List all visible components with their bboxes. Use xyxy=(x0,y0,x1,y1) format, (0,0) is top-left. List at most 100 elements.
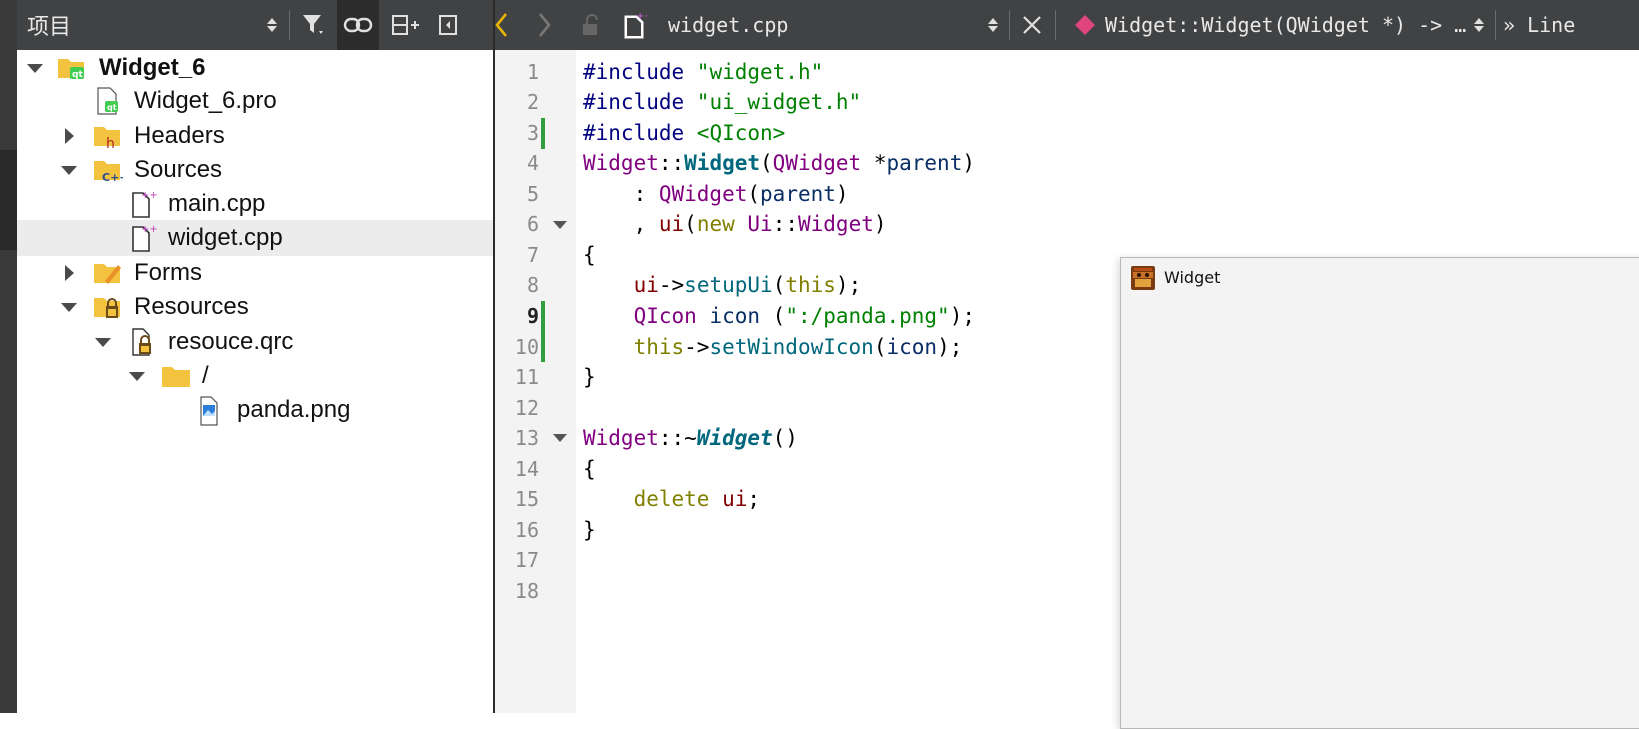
tree-item-headers[interactable]: h Headers xyxy=(17,118,493,154)
expand-arrow-icon[interactable] xyxy=(61,164,77,176)
widget-app-window[interactable]: Widget xyxy=(1120,257,1639,729)
tree-item-label: Widget_6 xyxy=(99,54,206,81)
tree-item-pro-file[interactable]: qt Widget_6.pro xyxy=(17,83,493,119)
line-number: 2 xyxy=(526,90,539,114)
tree-item-prefix[interactable]: / xyxy=(17,358,493,394)
fold-marker-icon[interactable] xyxy=(553,434,567,442)
split-add-icon[interactable] xyxy=(389,0,423,50)
code-line: #include "ui_widget.h" xyxy=(583,90,862,114)
line-number: 18 xyxy=(514,579,539,603)
forms-folder-icon xyxy=(93,259,123,287)
tree-item-label: Resources xyxy=(134,293,249,320)
mode-marker xyxy=(0,150,17,250)
cpp-file-icon: ++ xyxy=(129,190,159,218)
tree-item-resouce-qrc[interactable]: resouce.qrc xyxy=(17,324,493,360)
tree-item-label: resouce.qrc xyxy=(168,328,294,355)
symbol-selector[interactable]: Widget::Widget(QWidget *) -> … xyxy=(1105,0,1466,50)
cpp-file-icon: ++ xyxy=(619,0,649,50)
sync-link-icon[interactable] xyxy=(337,0,379,50)
svg-text:++: ++ xyxy=(141,190,158,201)
code-line: { xyxy=(583,243,596,267)
left-mode-strip xyxy=(0,0,17,713)
resources-folder-icon xyxy=(93,293,123,321)
line-number: 14 xyxy=(514,457,539,481)
expand-arrow-icon[interactable] xyxy=(95,336,111,348)
symbol-icon xyxy=(1071,0,1099,50)
project-panel-title: 项目 xyxy=(27,14,72,39)
widget-window-title: Widget xyxy=(1164,268,1221,287)
tree-item-label: Forms xyxy=(134,259,202,286)
qrc-file-icon xyxy=(129,328,159,356)
tree-item-label: Headers xyxy=(134,122,225,149)
code-line: Widget::~Widget() xyxy=(583,426,798,450)
tree-item-main-cpp[interactable]: ++ main.cpp xyxy=(17,186,493,222)
svg-text:++: ++ xyxy=(141,224,158,235)
line-number: 5 xyxy=(526,182,539,206)
tree-item-panda-png[interactable]: panda.png xyxy=(17,392,493,428)
tree-item-widget-cpp[interactable]: ++ widget.cpp xyxy=(17,220,493,256)
code-line: ui->setupUi(this); xyxy=(633,273,862,297)
cpp-file-icon: ++ xyxy=(129,224,159,252)
file-selector[interactable]: widget.cpp xyxy=(668,0,788,50)
line-number: 1 xyxy=(526,60,539,84)
qt-pro-file-icon: qt xyxy=(93,87,123,115)
svg-text:++: ++ xyxy=(636,11,647,22)
code-line: , ui(new Ui::Widget) xyxy=(583,212,887,236)
project-toolbar: 项目 xyxy=(17,0,493,50)
line-number: 3 xyxy=(526,121,539,145)
svg-text:h: h xyxy=(106,136,115,150)
forward-arrow-icon[interactable] xyxy=(529,0,559,50)
line-number: 12 xyxy=(514,396,539,420)
code-line: QIcon icon (":/panda.png"); xyxy=(633,304,975,328)
symbol-selector-updown-icon[interactable] xyxy=(1469,0,1489,50)
svg-text:C++: C++ xyxy=(102,171,123,184)
expand-arrow-icon[interactable] xyxy=(27,62,43,74)
back-arrow-icon[interactable] xyxy=(487,0,517,50)
close-sidebar-icon[interactable] xyxy=(433,0,463,50)
tree-item-label: Sources xyxy=(134,156,223,183)
change-marker xyxy=(541,118,545,149)
panda-window-icon xyxy=(1131,266,1155,290)
code-line: Widget::Widget(QWidget *parent) xyxy=(583,151,975,175)
tree-item-forms[interactable]: Forms xyxy=(17,255,493,291)
expand-arrow-icon[interactable] xyxy=(61,301,77,313)
tree-item-label: / xyxy=(202,362,209,389)
collapse-arrow-icon[interactable] xyxy=(61,128,77,144)
close-file-icon[interactable] xyxy=(1017,0,1047,50)
line-number: 8 xyxy=(526,273,539,297)
tree-item-label: panda.png xyxy=(237,396,351,423)
svg-text:qt: qt xyxy=(107,103,117,112)
tree-item-project[interactable]: qt Widget_6 xyxy=(17,50,493,86)
line-column-indicator[interactable]: » Line xyxy=(1503,0,1575,50)
line-number: 16 xyxy=(514,518,539,542)
qt-project-folder-icon: qt xyxy=(57,54,87,82)
tree-item-sources[interactable]: C++ Sources xyxy=(17,152,493,188)
collapse-arrow-icon[interactable] xyxy=(61,265,77,281)
file-selector-updown-icon[interactable] xyxy=(983,0,1003,50)
filter-icon[interactable] xyxy=(297,0,331,50)
editor-toolbar: ++ widget.cpp Widget::Widget(QWidget *) … xyxy=(495,0,1639,50)
code-line: } xyxy=(583,365,596,389)
line-number: 7 xyxy=(526,243,539,267)
expand-arrow-icon[interactable] xyxy=(129,370,145,382)
line-number: 10 xyxy=(514,335,539,359)
tree-item-resources[interactable]: Resources xyxy=(17,289,493,325)
lock-icon xyxy=(575,0,605,50)
code-line: delete ui; xyxy=(633,487,761,511)
line-number: 4 xyxy=(526,151,539,175)
code-line: #include "widget.h" xyxy=(583,60,824,84)
line-number: 11 xyxy=(514,365,539,389)
image-file-icon xyxy=(197,396,227,426)
widget-window-titlebar[interactable]: Widget xyxy=(1121,258,1639,298)
fold-marker-icon[interactable] xyxy=(553,221,567,229)
view-selector-updown-icon[interactable] xyxy=(262,0,282,50)
tree-item-label: widget.cpp xyxy=(168,224,283,251)
tree-item-label: Widget_6.pro xyxy=(134,87,277,114)
code-line: } xyxy=(583,518,596,542)
line-number: 13 xyxy=(514,426,539,450)
change-marker xyxy=(541,301,545,362)
line-number: 17 xyxy=(514,548,539,572)
code-line: { xyxy=(583,457,596,481)
code-line: #include <QIcon> xyxy=(583,121,786,145)
project-tree: qt Widget_6 qt Widget_6.pro h Headers C+… xyxy=(17,50,493,713)
